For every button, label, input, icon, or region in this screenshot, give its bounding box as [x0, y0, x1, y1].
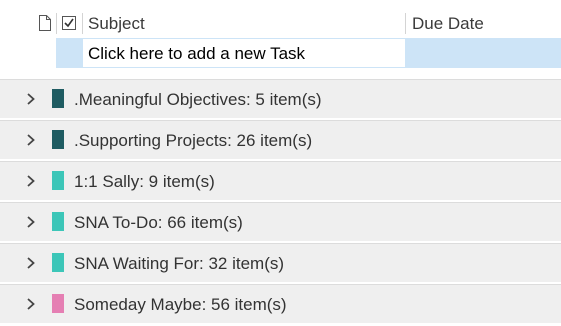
- checkbox-icon[interactable]: [62, 14, 76, 32]
- column-header-row: Subject Due Date: [0, 0, 561, 38]
- group-row[interactable]: .Supporting Projects: 26 item(s): [0, 120, 561, 159]
- category-color-swatch: [52, 253, 64, 272]
- new-task-placeholder[interactable]: Click here to add a new Task: [88, 44, 305, 64]
- category-color-swatch: [52, 89, 64, 108]
- category-color-swatch: [52, 294, 64, 313]
- group-row[interactable]: .Meaningful Objectives: 5 item(s): [0, 79, 561, 118]
- document-icon[interactable]: [38, 14, 52, 32]
- group-label: .Supporting Projects: 26 item(s): [74, 131, 313, 150]
- group-row[interactable]: Someday Maybe: 56 item(s): [0, 284, 561, 323]
- new-task-row[interactable]: Click here to add a new Task: [56, 38, 561, 68]
- group-label: .Meaningful Objectives: 5 item(s): [74, 90, 322, 109]
- group-row[interactable]: SNA Waiting For: 32 item(s): [0, 243, 561, 282]
- group-label: SNA To-Do: 66 item(s): [74, 213, 243, 232]
- chevron-right-icon[interactable]: [24, 91, 38, 107]
- new-task-input[interactable]: Click here to add a new Task: [82, 38, 406, 68]
- column-separator[interactable]: [82, 13, 83, 34]
- chevron-right-icon[interactable]: [24, 214, 38, 230]
- due-date-column-header[interactable]: Due Date: [412, 14, 484, 34]
- group-row[interactable]: 1:1 Sally: 9 item(s): [0, 161, 561, 200]
- subject-column-header[interactable]: Subject: [88, 14, 145, 34]
- chevron-right-icon[interactable]: [24, 296, 38, 312]
- group-row[interactable]: SNA To-Do: 66 item(s): [0, 202, 561, 241]
- category-color-swatch: [52, 130, 64, 149]
- group-label: Someday Maybe: 56 item(s): [74, 295, 287, 314]
- chevron-right-icon[interactable]: [24, 255, 38, 271]
- group-label: 1:1 Sally: 9 item(s): [74, 172, 215, 191]
- column-separator[interactable]: [405, 13, 406, 34]
- chevron-right-icon[interactable]: [24, 173, 38, 189]
- category-color-swatch: [52, 171, 64, 190]
- group-label: SNA Waiting For: 32 item(s): [74, 254, 285, 273]
- column-separator[interactable]: [56, 13, 57, 34]
- chevron-right-icon[interactable]: [24, 132, 38, 148]
- task-list-view: Subject Due Date Click here to add a new…: [0, 0, 561, 326]
- group-list: .Meaningful Objectives: 5 item(s) .Suppor…: [0, 79, 561, 325]
- category-color-swatch: [52, 212, 64, 231]
